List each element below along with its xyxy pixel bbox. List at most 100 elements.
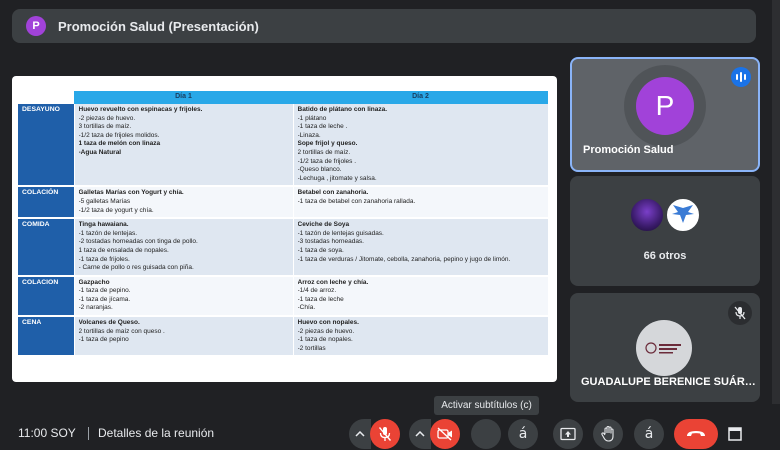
others-tile[interactable]: 66 otros xyxy=(570,176,760,286)
meal-line: -2 piezas de huevo. xyxy=(78,114,136,122)
meal-cell-day2: Betabel con zanahoria. -1 taza de betabel… xyxy=(292,186,548,220)
meal-line: Gazpacho xyxy=(78,278,110,286)
meal-cell-day1: Tinga hawaiana. -1 tazón de lentejas. -2 t… xyxy=(73,218,293,277)
meal-cell-day1: Huevo revuelto con espinacas y frijoles.… xyxy=(73,104,293,188)
meal-line: 1 taza de ensalada de nopales. xyxy=(78,246,169,254)
table-row: CENA Volcanes de Queso. 2 tortillas de ma… xyxy=(18,316,548,358)
meeting-details-link[interactable]: Detalles de la reunión xyxy=(98,426,214,440)
meal-line: Betabel con zanahoria. xyxy=(297,189,369,197)
effects-button[interactable] xyxy=(471,419,501,449)
present-screen-icon xyxy=(560,427,576,441)
meal-line: -1 tazón de lentejas. xyxy=(78,229,138,237)
bird-logo-icon xyxy=(672,205,694,223)
meal-label: CENA xyxy=(18,316,74,358)
table-row: DESAYUNO Huevo revuelto con espinacas y f… xyxy=(18,104,548,188)
meal-line: -Agua Natural xyxy=(78,148,122,156)
chevron-up-icon xyxy=(415,431,425,437)
meal-line: -1/4 de arroz. xyxy=(297,287,337,295)
meal-cell-day2: Arroz con leche y chía. -1/4 de arroz. -1 … xyxy=(292,275,548,318)
meal-cell-day1: Volcanes de Queso. 2 tortillas de maíz c… xyxy=(73,316,293,358)
meal-cell-day2: Batido de plátano con linaza. -1 plátano -… xyxy=(292,104,548,188)
meal-line: - Carne de pollo o res guisada con piña. xyxy=(78,264,194,272)
meal-line: -2 tostadas horneadas con tinga de pollo… xyxy=(78,238,198,246)
participant-thumbnails xyxy=(629,197,701,233)
window-icon xyxy=(728,427,742,441)
meal-line: -1 taza de nopales. xyxy=(297,336,353,344)
meal-cell-day2: Ceviche de Soya -1 tazón de lentejas guis… xyxy=(292,218,548,277)
more-options-button[interactable]: á xyxy=(634,419,664,449)
leave-call-button[interactable] xyxy=(674,419,718,449)
video-options-button[interactable] xyxy=(409,419,431,449)
shared-slide: Día 1 Día 2 DESAYUNO Huevo revuelto con e… xyxy=(12,76,557,382)
captions-button[interactable]: á xyxy=(508,419,538,449)
presenter-avatar-large: P xyxy=(636,77,694,135)
meal-line: -1 taza de frijoles. xyxy=(78,255,130,263)
meal-line: -Chía. xyxy=(297,304,316,312)
meal-cell-day2: Huevo con nopales. -2 piezas de huevo. -1 … xyxy=(292,316,548,358)
meal-line: -Queso blanco. xyxy=(297,166,342,174)
meal-cell-day1: Gazpacho -1 taza de pepino. -1 taza de jíc… xyxy=(73,275,293,318)
meal-line: 1 taza de melón con linaza xyxy=(78,140,161,148)
meal-line: -Lechuga , jitomate y salsa. xyxy=(297,174,377,182)
audio-options-button[interactable] xyxy=(349,419,371,449)
hang-up-icon xyxy=(687,431,705,436)
meal-line: -1 taza de jícama. xyxy=(78,295,131,303)
window-edge xyxy=(772,0,780,404)
participant-thumbnail-2 xyxy=(665,197,701,233)
presentation-header[interactable]: P Promoción Salud (Presentación) xyxy=(12,9,756,43)
meal-line: Batido de plátano con linaza. xyxy=(297,106,388,113)
camera-toggle-button[interactable] xyxy=(430,419,460,449)
meal-line: -1/2 taza de frijoles molidos. xyxy=(78,131,160,139)
meal-line: Ceviche de Soya xyxy=(297,221,350,229)
meeting-time: 11:00 SOY xyxy=(18,426,76,440)
meal-line: -1 taza de leche xyxy=(297,295,344,303)
options-icon: á xyxy=(644,426,654,442)
meal-line: 2 tortillas de maíz con queso . xyxy=(78,327,165,335)
captions-tooltip: Activar subtítulos (c) xyxy=(434,396,539,415)
presenter-tile[interactable]: P Promoción Salud xyxy=(570,57,760,172)
meal-line: -1 taza de soya. xyxy=(297,246,344,254)
mic-off-icon xyxy=(728,301,752,325)
participant-tile[interactable]: GUADALUPE BERENICE SUÁR… xyxy=(570,293,760,402)
raise-hand-button[interactable] xyxy=(593,419,623,449)
table-header-row: Día 1 Día 2 xyxy=(18,91,548,104)
participant-thumbnail-1 xyxy=(629,197,665,233)
meal-line: 3 tortillas de maíz. xyxy=(78,123,132,131)
captions-icon: á xyxy=(518,426,528,442)
hand-icon xyxy=(601,426,614,442)
meal-line: Galletas Marías con Yogurt y chía. xyxy=(78,189,184,197)
others-count: 66 otros xyxy=(643,250,687,262)
meal-line: -5 galletas Marías xyxy=(78,197,131,205)
meal-line: -1 taza de leche . xyxy=(297,123,348,131)
meal-line: -1/2 taza de frijoles . xyxy=(297,157,357,165)
mic-toggle-button[interactable] xyxy=(370,419,400,449)
meal-line: -Linaza. xyxy=(297,131,321,139)
meal-line: -1 taza de verduras / Jitomate, cebolla,… xyxy=(297,255,511,263)
meal-line: -1 taza de pepino xyxy=(78,336,129,344)
meal-cell-day1: Galletas Marías con Yogurt y chía. -5 gal… xyxy=(73,186,293,220)
meal-label: COLACIÓN xyxy=(18,186,74,220)
meal-line: -1 plátano xyxy=(297,114,327,122)
meal-plan-table: Día 1 Día 2 DESAYUNO Huevo revuelto con e… xyxy=(18,91,548,358)
meal-line: Huevo con nopales. xyxy=(297,319,359,327)
meal-line: -1 tazón de lentejas guisadas. xyxy=(297,229,384,237)
institution-logo-avatar xyxy=(636,320,692,376)
camera-off-icon xyxy=(437,427,452,441)
presentation-title: Promoción Salud (Presentación) xyxy=(58,18,259,34)
meal-line: Huevo revuelto con espinacas y frijoles. xyxy=(78,106,203,113)
meal-line: -2 tortillas xyxy=(297,344,326,352)
table-row: COLACION Gazpacho -1 taza de pepino. -1 taz… xyxy=(18,275,548,318)
meal-line: -1/2 taza de yogurt y chía. xyxy=(78,206,154,214)
meal-line: Arroz con leche y chía. xyxy=(297,278,369,286)
meal-line: Volcanes de Queso. xyxy=(78,319,140,327)
table-row: COMIDA Tinga hawaiana. -1 tazón de lenteja… xyxy=(18,218,548,277)
mic-off-icon xyxy=(378,427,392,441)
meal-line: 2 tortillas de maíz. xyxy=(297,148,351,156)
presenter-avatar: P xyxy=(26,16,46,36)
meal-line: -1 taza de betabel con zanahoria rallada… xyxy=(297,197,416,205)
meal-label: COLACION xyxy=(18,275,74,318)
fullscreen-button[interactable] xyxy=(724,419,746,449)
meeting-controls-bar: 11:00 SOY Detalles de la reunión á á xyxy=(0,418,780,450)
present-button[interactable] xyxy=(553,419,583,449)
participant-name: GUADALUPE BERENICE SUÁR… xyxy=(581,376,756,388)
